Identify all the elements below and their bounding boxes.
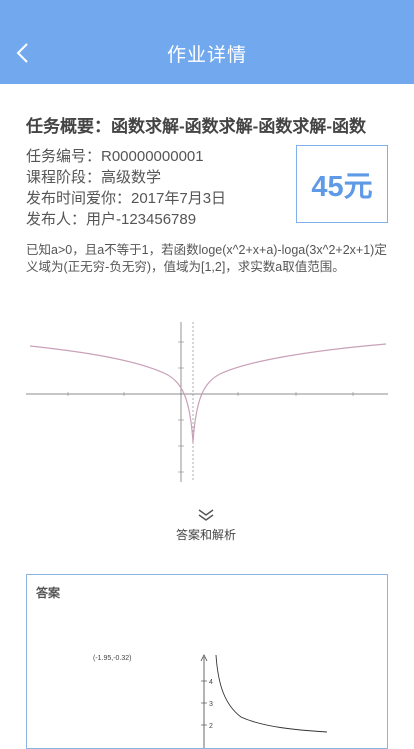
question-function-graph xyxy=(26,322,388,482)
question-text: 已知a>0，且a不等于1，若函数loge(x^2+x+a)-loga(3x^2+… xyxy=(26,243,387,274)
answer-analysis-toggle[interactable]: 答案和解析 xyxy=(150,508,262,543)
y-tick-label: 3 xyxy=(209,701,213,708)
y-tick-label: 2 xyxy=(209,723,213,730)
price-box: 45元 xyxy=(296,145,388,223)
task-summary-title: 任务概要：函数求解-函数求解-函数求解-函数 xyxy=(26,117,366,136)
page-title: 作业详情 xyxy=(166,45,247,66)
point-label: (-1.95,-0.32) xyxy=(93,655,132,662)
task-number: 任务编号：R00000000001 xyxy=(26,148,204,165)
publish-time: 发布时间爱你：2017年7月3日 xyxy=(26,190,227,207)
double-chevron-down-icon xyxy=(198,509,214,521)
y-tick-label: 4 xyxy=(209,679,213,686)
answer-graph: (-1.95,-0.32) 4 3 2 xyxy=(93,654,328,748)
price-value: 45元 xyxy=(311,171,373,203)
answer-panel: 答案 (-1.95,-0.32) 4 3 2 xyxy=(26,574,388,749)
curve-right xyxy=(192,343,387,443)
course-stage: 课程阶段：高级数学 xyxy=(26,169,162,186)
answer-analysis-label: 答案和解析 xyxy=(175,528,236,542)
top-navigation-bar: 作业详情 xyxy=(0,0,414,84)
task-meta: 任务编号：R00000000001 课程阶段：高级数学 发布时间爱你：2017年… xyxy=(26,146,226,230)
publisher: 发布人：用户-123456789 xyxy=(26,211,197,228)
answer-curve xyxy=(215,654,328,733)
